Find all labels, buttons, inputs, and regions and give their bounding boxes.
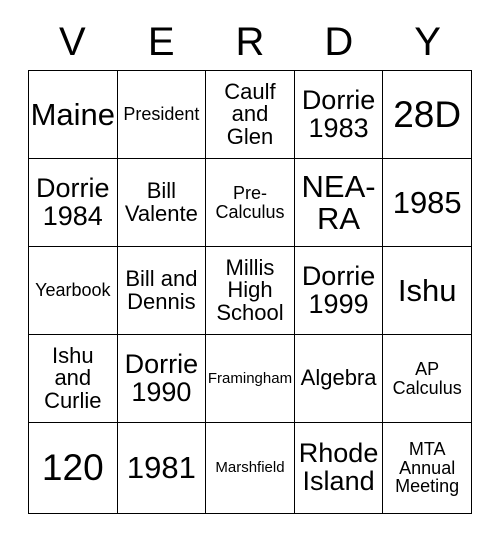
bingo-cell-label: NEA- RA <box>301 168 376 236</box>
bingo-cell-2-1[interactable]: Bill and Dennis <box>116 246 207 335</box>
bingo-cell-1-4[interactable]: 1985 <box>382 158 472 247</box>
bingo-cell-label: Pre- Calculus <box>215 183 285 222</box>
bingo-cell-label: 1981 <box>126 450 196 486</box>
bingo-cell-1-3[interactable]: NEA- RA <box>293 158 384 247</box>
bingo-cell-label: Dorrie 1990 <box>124 348 199 407</box>
bingo-cell-label: Maine <box>30 96 116 132</box>
bingo-cell-3-1[interactable]: Dorrie 1990 <box>116 334 207 423</box>
bingo-card: V E R D Y Maine President Caulf and Glen… <box>28 14 472 514</box>
bingo-cell-3-2[interactable]: Framingham <box>205 334 295 423</box>
bingo-cell-label: Algebra <box>300 365 377 391</box>
bingo-header-letter-3: D <box>324 20 354 64</box>
bingo-cell-0-1[interactable]: President <box>116 70 207 159</box>
bingo-cell-label: Marshfield <box>215 459 285 477</box>
bingo-cell-1-0[interactable]: Dorrie 1984 <box>28 158 118 247</box>
bingo-cell-label: Dorrie 1983 <box>301 84 376 143</box>
bingo-cell-4-2[interactable]: Marshfield <box>205 422 295 514</box>
bingo-cell-3-0[interactable]: Ishu and Curlie <box>28 334 118 423</box>
bingo-cell-4-3[interactable]: Rhode Island <box>293 422 384 514</box>
bingo-cell-label: 120 <box>41 447 104 489</box>
bingo-cell-label: Bill Valente <box>124 178 198 226</box>
bingo-cell-label: AP Calculus <box>392 359 462 398</box>
bingo-cell-label: Dorrie 1999 <box>301 260 376 319</box>
bingo-cell-2-3[interactable]: Dorrie 1999 <box>293 246 384 335</box>
bingo-header-row: V E R D Y <box>28 14 472 70</box>
bingo-cell-label: Ishu and Curlie <box>44 342 102 413</box>
bingo-header-letter-2: R <box>235 20 265 64</box>
bingo-cell-2-0[interactable]: Yearbook <box>28 246 118 335</box>
bingo-cell-0-3[interactable]: Dorrie 1983 <box>293 70 384 159</box>
bingo-cell-label: Millis High School <box>216 254 284 325</box>
bingo-cell-1-1[interactable]: Bill Valente <box>116 158 207 247</box>
bingo-cell-0-0[interactable]: Maine <box>28 70 118 159</box>
bingo-cell-2-2[interactable]: Millis High School <box>205 246 295 335</box>
bingo-row: Maine President Caulf and Glen Dorrie 19… <box>28 70 472 159</box>
bingo-cell-label: Rhode Island <box>298 438 379 496</box>
bingo-cell-label: 1985 <box>392 184 462 220</box>
bingo-cell-4-1[interactable]: 1981 <box>116 422 207 514</box>
bingo-cell-label: President <box>123 104 200 125</box>
bingo-header-letter-4: Y <box>414 20 441 64</box>
bingo-grid: Maine President Caulf and Glen Dorrie 19… <box>28 70 472 514</box>
bingo-cell-3-4[interactable]: AP Calculus <box>382 334 472 423</box>
bingo-cell-label: Dorrie 1984 <box>36 172 110 231</box>
bingo-cell-3-3[interactable]: Algebra <box>293 334 384 423</box>
bingo-cell-1-2[interactable]: Pre- Calculus <box>205 158 295 247</box>
bingo-cell-0-4[interactable]: 28D <box>382 70 472 159</box>
bingo-row: Yearbook Bill and Dennis Millis High Sch… <box>28 246 472 335</box>
bingo-cell-4-0[interactable]: 120 <box>28 422 118 514</box>
bingo-cell-2-4[interactable]: Ishu <box>382 246 472 335</box>
bingo-cell-label: Bill and Dennis <box>125 266 198 314</box>
bingo-row: Dorrie 1984 Bill Valente Pre- Calculus N… <box>28 158 472 247</box>
bingo-row: 120 1981 Marshfield Rhode Island MTA Ann… <box>28 422 472 514</box>
bingo-row: Ishu and Curlie Dorrie 1990 Framingham A… <box>28 334 472 423</box>
bingo-header-letter-0: V <box>59 20 86 64</box>
bingo-header-letter-1: E <box>147 20 175 64</box>
bingo-cell-0-2[interactable]: Caulf and Glen <box>205 70 295 159</box>
bingo-cell-label: Framingham <box>207 369 293 387</box>
bingo-cell-label: MTA Annual Meeting <box>395 439 460 497</box>
bingo-cell-label: Caulf and Glen <box>224 78 276 149</box>
bingo-cell-label: Ishu <box>397 272 457 308</box>
bingo-cell-label: 28D <box>393 93 462 135</box>
bingo-cell-4-4[interactable]: MTA Annual Meeting <box>382 422 472 514</box>
bingo-cell-label: Yearbook <box>35 280 111 301</box>
